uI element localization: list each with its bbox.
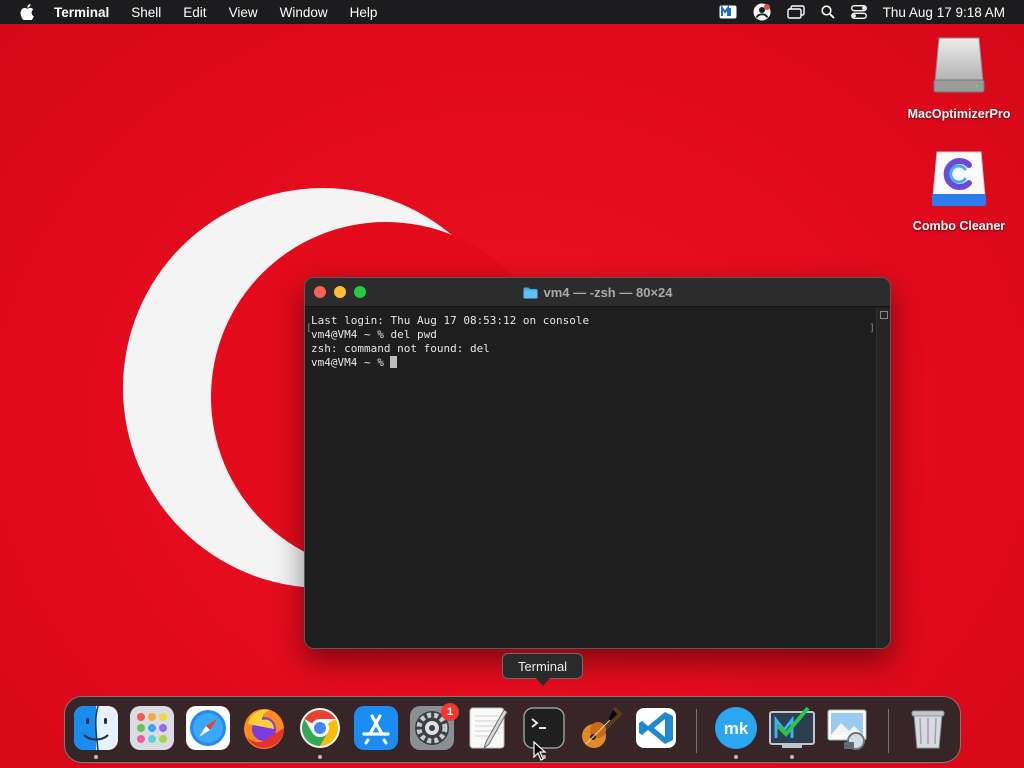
safari-icon — [186, 706, 230, 750]
menubar-clock[interactable]: Thu Aug 17 9:18 AM — [883, 5, 1005, 20]
dock-garageband[interactable] — [576, 704, 624, 752]
launchpad-icon — [130, 706, 174, 750]
trash-icon — [911, 710, 945, 749]
hard-drive-icon — [933, 37, 985, 93]
dock-tooltip-arrow — [536, 678, 550, 686]
terminal-line: vm4@VM4 ~ % del pwd — [311, 328, 437, 341]
mackeeper-icon: mk — [715, 707, 757, 749]
firefox-icon — [244, 709, 284, 749]
textedit-icon — [469, 707, 508, 750]
apple-menu-icon[interactable] — [0, 4, 54, 20]
dock-textedit[interactable] — [464, 704, 512, 752]
folder-icon — [523, 287, 538, 299]
split-pane-icon[interactable] — [880, 311, 888, 319]
terminal-line: zsh: command not found: del — [311, 342, 490, 355]
terminal-window[interactable]: vm4 — -zsh — 80×24 Last login: Thu Aug 1… — [304, 277, 891, 649]
terminal-titlebar[interactable]: vm4 — -zsh — 80×24 — [305, 278, 890, 307]
dock-finder[interactable] — [72, 704, 120, 752]
combo-cleaner-icon — [932, 151, 986, 206]
running-indicator — [734, 755, 738, 759]
screen-mirroring-icon[interactable] — [786, 0, 805, 24]
spotlight-search-icon[interactable] — [821, 0, 835, 24]
menu-app-name[interactable]: Terminal — [54, 5, 120, 20]
menu-view[interactable]: View — [218, 5, 269, 20]
dock-vscode[interactable] — [632, 704, 680, 752]
menu-edit[interactable]: Edit — [172, 5, 217, 20]
dock-preview[interactable] — [824, 704, 872, 752]
running-indicator — [790, 755, 794, 759]
running-indicator — [318, 755, 322, 759]
desktop-icon-macoptimizerpro[interactable]: MacOptimizerPro — [899, 34, 1019, 121]
user-badge-icon[interactable] — [753, 0, 771, 24]
desktop-icon-label: MacOptimizerPro — [907, 107, 1011, 121]
terminal-prompt-line[interactable]: vm4@VM4 ~ % — [311, 356, 870, 370]
terminal-cursor — [390, 356, 398, 368]
terminal-prompt: vm4@VM4 ~ % — [311, 356, 391, 369]
terminal-line: Last login: Thu Aug 17 08:53:12 on conso… — [311, 314, 590, 327]
menu-help[interactable]: Help — [339, 5, 389, 20]
vscode-icon — [636, 708, 676, 748]
guitar-icon — [582, 706, 623, 748]
chrome-icon — [300, 708, 340, 748]
dock-launchpad[interactable] — [128, 704, 176, 752]
svg-text:mk: mk — [724, 719, 749, 738]
menu-bar: Terminal Shell Edit View Window Help Thu… — [0, 0, 1024, 24]
mark-bracket-right: ] — [869, 323, 876, 334]
malwarebytes-icon[interactable] — [719, 0, 737, 24]
preview-icon — [827, 709, 867, 750]
dock-trash[interactable] — [904, 704, 952, 752]
desktop-icon-label: Combo Cleaner — [912, 219, 1006, 233]
dock: 1 mk — [64, 696, 961, 763]
mark-bracket-left: [ — [306, 323, 313, 334]
terminal-title: vm4 — -zsh — 80×24 — [305, 278, 890, 307]
finder-icon — [74, 705, 118, 751]
dock-tooltip: Terminal — [502, 653, 583, 679]
dock-chrome[interactable] — [296, 704, 344, 752]
control-center-icon[interactable] — [850, 0, 867, 24]
dock-separator — [696, 709, 697, 753]
menu-window[interactable]: Window — [269, 5, 339, 20]
dock-mackeeper[interactable]: mk — [712, 704, 760, 752]
running-indicator — [94, 755, 98, 759]
dock-firefox[interactable] — [240, 704, 288, 752]
terminal-title-text: vm4 — -zsh — 80×24 — [543, 285, 673, 300]
terminal-scrollbar[interactable] — [876, 308, 890, 648]
mouse-pointer-icon — [533, 741, 547, 761]
notification-badge: 1 — [441, 703, 459, 721]
desktop-icon-combo-cleaner[interactable]: Combo Cleaner — [899, 146, 1019, 233]
dock-malwarebytes[interactable] — [768, 704, 816, 752]
malwarebytes-app-icon — [769, 706, 815, 748]
app-store-icon — [354, 706, 398, 750]
dock-separator — [888, 709, 889, 753]
menu-shell[interactable]: Shell — [120, 5, 172, 20]
terminal-output[interactable]: Last login: Thu Aug 17 08:53:12 on conso… — [305, 308, 876, 648]
dock-app-store[interactable] — [352, 704, 400, 752]
dock-safari[interactable] — [184, 704, 232, 752]
